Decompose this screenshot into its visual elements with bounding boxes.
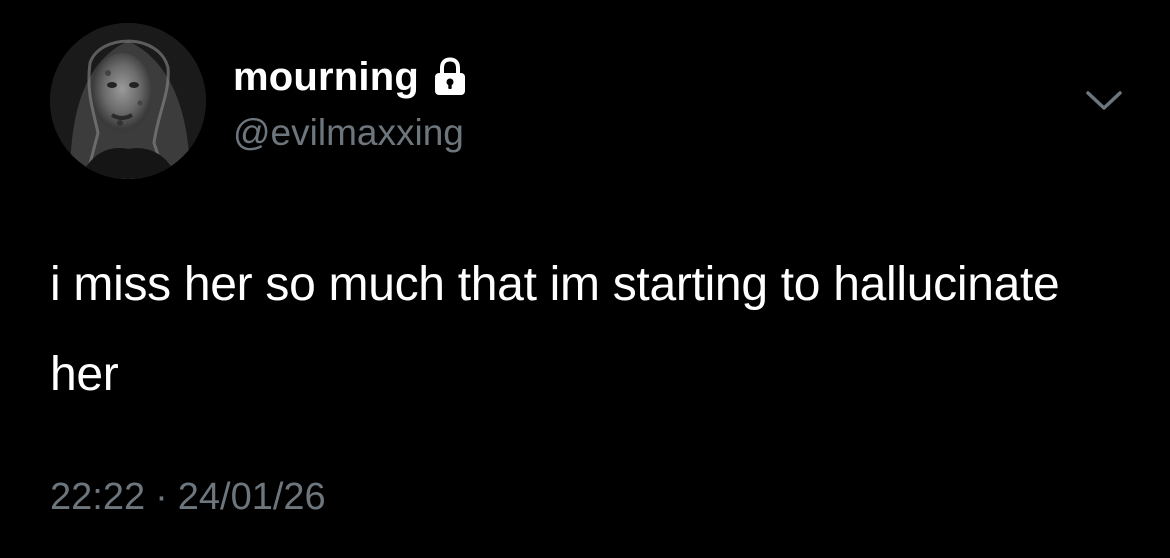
chevron-down-icon[interactable] xyxy=(1084,88,1124,114)
user-handle[interactable]: @evilmaxxing xyxy=(233,112,464,154)
tweet-date[interactable]: 24/01/26 xyxy=(178,476,326,518)
display-name[interactable]: mourning xyxy=(233,55,419,100)
meta-separator: · xyxy=(155,476,168,518)
tweet-text: i miss her so much that im starting to h… xyxy=(50,258,1060,401)
tweet-time[interactable]: 22:22 xyxy=(50,476,145,518)
avatar[interactable] xyxy=(50,23,206,179)
tweet-timestamp[interactable]: 22:22 · 24/01/26 xyxy=(50,476,326,519)
tweet-card: mourning @evilmaxxing i miss her so much… xyxy=(0,0,1170,558)
avatar-image xyxy=(50,23,206,179)
lock-icon xyxy=(433,57,467,97)
display-name-row[interactable]: mourning xyxy=(233,52,467,102)
